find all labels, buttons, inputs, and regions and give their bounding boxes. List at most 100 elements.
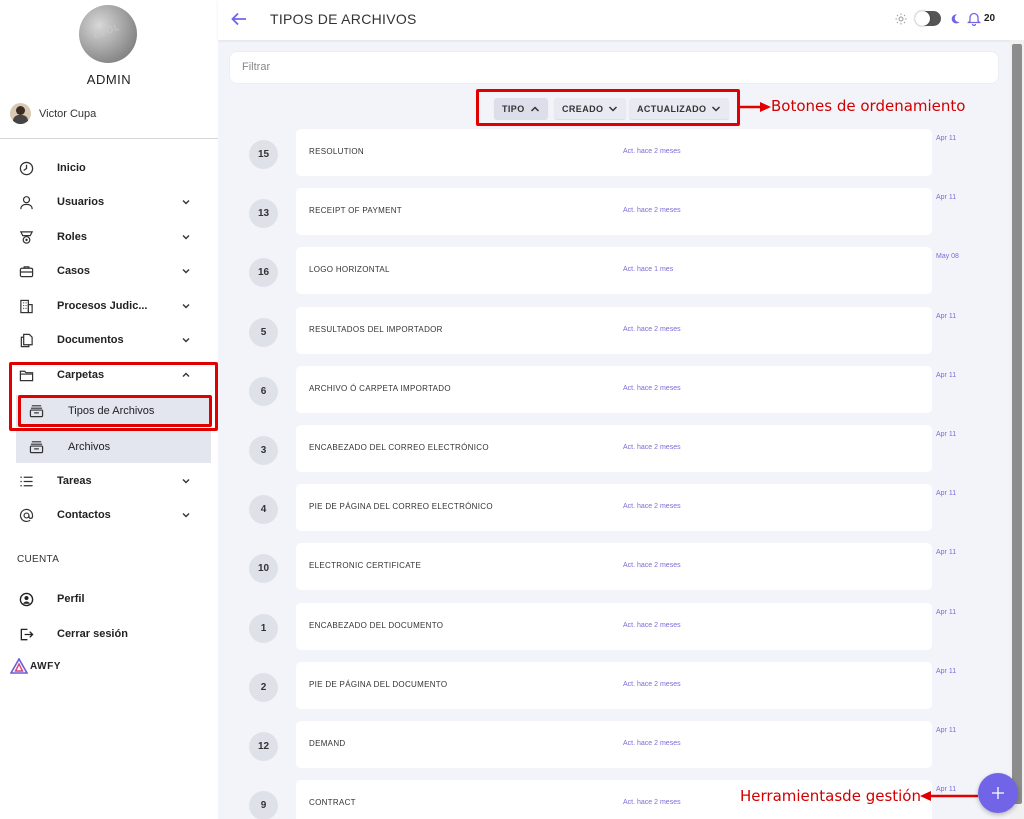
row-id-badge: 5 xyxy=(249,318,278,347)
list-item-title: RESOLUTION xyxy=(309,147,365,156)
list-item[interactable]: PIE DE PÁGINA DEL CORREO ELECTRÓNICO Act.… xyxy=(296,484,932,531)
brand-logo: AWFY xyxy=(10,658,61,674)
sidebar-item-carpetas[interactable]: Carpetas xyxy=(0,358,218,392)
list-item[interactable]: ARCHIVO Ó CARPETA IMPORTADO Act. hace 2 m… xyxy=(296,366,932,413)
list-item-title: PIE DE PÁGINA DEL CORREO ELECTRÓNICO xyxy=(309,502,493,511)
top-bar: TIPOS DE ARCHIVOS 20 xyxy=(218,0,1024,40)
list-item-title: ENCABEZADO DEL CORREO ELECTRÓNICO xyxy=(309,443,489,452)
sort-button-label: TIPO xyxy=(502,103,525,114)
sidebar-item-label: Contactos xyxy=(57,509,111,521)
plus-icon xyxy=(992,787,1004,799)
list-item-updated: Act. hace 2 meses xyxy=(623,622,681,629)
account-section-title: CUENTA xyxy=(17,554,60,565)
annotation-arrow-sort-icon xyxy=(740,102,771,112)
list-item-updated: Act. hace 2 meses xyxy=(623,740,681,747)
chevron-down-icon xyxy=(180,509,192,521)
chevron-down-icon xyxy=(180,334,192,346)
list-item-date: Apr 11 xyxy=(936,490,957,497)
list-item-date: Apr 11 xyxy=(936,549,957,556)
sidebar-item-documentos[interactable]: Documentos xyxy=(0,323,218,357)
row-id-badge: 3 xyxy=(249,436,278,465)
list-item-updated: Act. hace 2 meses xyxy=(623,799,681,806)
scrollbar-thumb[interactable] xyxy=(1012,44,1022,804)
filter-box xyxy=(229,51,999,84)
row-id-badge: 6 xyxy=(249,377,278,406)
admin-label: ADMIN xyxy=(86,72,132,87)
toggle-knob xyxy=(915,11,930,26)
clock-icon xyxy=(18,160,35,177)
list-item-title: DEMAND xyxy=(309,739,346,748)
list-item[interactable]: RESOLUTION Act. hace 2 meses xyxy=(296,129,932,176)
sidebar-item-inicio[interactable]: Inicio xyxy=(0,151,218,185)
sidebar-item-procesos-judiciales[interactable]: Procesos Judic... xyxy=(0,289,218,323)
chevron-down-icon xyxy=(712,105,721,112)
sidebar-item-roles[interactable]: Roles xyxy=(0,220,218,254)
building-icon xyxy=(18,298,35,315)
list-item-date: Apr 11 xyxy=(936,668,957,675)
sidebar-item-label: Usuarios xyxy=(57,196,105,208)
theme-toggle[interactable] xyxy=(915,11,941,26)
row-id-badge: 13 xyxy=(249,199,278,228)
bell-icon[interactable] xyxy=(966,11,982,27)
chevron-down-icon xyxy=(180,475,192,487)
list-item[interactable]: PIE DE PÁGINA DEL DOCUMENTO Act. hace 2 m… xyxy=(296,662,932,709)
row-id-badge: 10 xyxy=(249,554,278,583)
list-item-date: Apr 11 xyxy=(936,313,957,320)
list-item-date: May 08 xyxy=(936,253,959,260)
chevron-down-icon xyxy=(180,231,192,243)
notification-count: 20 xyxy=(984,13,996,24)
sidebar-divider xyxy=(0,138,218,139)
row-id-badge: 2 xyxy=(249,673,278,702)
list-item[interactable]: RECEIPT OF PAYMENT Act. hace 2 meses xyxy=(296,188,932,235)
sidebar-item-usuarios[interactable]: Usuarios xyxy=(0,185,218,219)
sort-button-tipo[interactable]: TIPO xyxy=(494,98,548,119)
sidebar-item-label: Perfil xyxy=(57,593,85,605)
annotation-sort-label: Botones de ordenamiento xyxy=(771,97,966,115)
at-icon xyxy=(18,507,35,524)
sidebar-item-perfil[interactable]: Perfil xyxy=(0,582,218,616)
sort-button-creado[interactable]: CREADO xyxy=(554,98,627,119)
list-item[interactable]: RESULTADOS DEL IMPORTADOR Act. hace 2 mes… xyxy=(296,307,932,354)
archive-icon xyxy=(28,403,44,419)
list-item-updated: Act. hace 2 meses xyxy=(623,444,681,451)
logout-icon xyxy=(18,626,35,643)
sidebar-item-casos[interactable]: Casos xyxy=(0,254,218,288)
sidebar-item-cerrar-sesion[interactable]: Cerrar sesión xyxy=(0,617,218,651)
sidebar-subitem-archivos[interactable]: Archivos xyxy=(16,431,211,463)
sort-button-actualizado[interactable]: ACTUALIZADO xyxy=(629,98,730,119)
list-item-updated: Act. hace 2 meses xyxy=(623,385,681,392)
sidebar-item-label: Casos xyxy=(57,265,91,277)
filter-input[interactable] xyxy=(242,61,942,73)
list-item[interactable]: LOGO HORIZONTAL Act. hace 1 mes xyxy=(296,247,932,294)
list-item-title: ELECTRONIC CERTIFICATE xyxy=(309,561,422,570)
badge-icon xyxy=(18,229,35,246)
sidebar-item-contactos[interactable]: Contactos xyxy=(0,498,218,532)
list-item-date: Apr 11 xyxy=(936,609,957,616)
sidebar-item-label: Tareas xyxy=(57,475,92,487)
add-button[interactable] xyxy=(978,773,1018,813)
chevron-up-icon xyxy=(530,105,539,112)
list-item-updated: Act. hace 2 meses xyxy=(623,562,681,569)
list-item[interactable]: ENCABEZADO DEL DOCUMENTO Act. hace 2 mese… xyxy=(296,603,932,650)
avatar-logo-text: EVOL xyxy=(92,22,122,42)
sidebar-item-label: Procesos Judic... xyxy=(57,300,148,312)
list-item[interactable]: DEMAND Act. hace 2 meses xyxy=(296,721,932,768)
list-icon xyxy=(18,473,35,490)
list-item-updated: Act. hace 2 meses xyxy=(623,326,681,333)
list-item-updated: Act. hace 2 meses xyxy=(623,207,681,214)
sidebar-item-tareas[interactable]: Tareas xyxy=(0,464,218,498)
moon-icon xyxy=(949,12,961,24)
list-item[interactable]: ENCABEZADO DEL CORREO ELECTRÓNICO Act. ha… xyxy=(296,425,932,472)
sort-button-label: CREADO xyxy=(562,103,604,114)
row-id-badge: 4 xyxy=(249,495,278,524)
scrollbar[interactable] xyxy=(1010,40,1024,819)
back-arrow-icon[interactable] xyxy=(230,10,248,28)
current-user[interactable]: Victor Cupa xyxy=(10,103,96,124)
sidebar-subitem-tipos-de-archivos[interactable]: Tipos de Archivos xyxy=(16,395,211,427)
list-item-updated: Act. hace 2 meses xyxy=(623,681,681,688)
row-id-badge: 15 xyxy=(249,140,278,169)
user-name: Victor Cupa xyxy=(39,107,97,120)
list-item[interactable]: ELECTRONIC CERTIFICATE Act. hace 2 meses xyxy=(296,543,932,590)
briefcase-icon xyxy=(18,263,35,280)
list-item-updated: Act. hace 1 mes xyxy=(623,266,674,273)
